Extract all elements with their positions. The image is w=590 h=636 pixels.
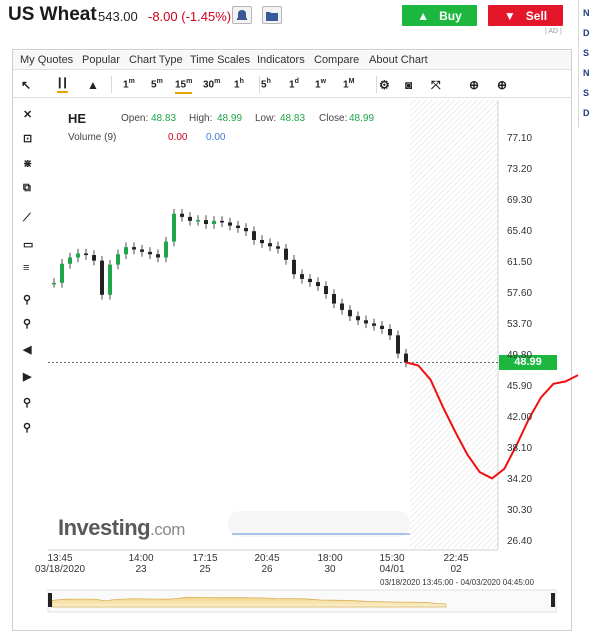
candle-body	[52, 282, 56, 285]
candle-body	[188, 216, 192, 221]
x-tick-time: 17:15	[192, 553, 218, 564]
candle-body	[60, 263, 64, 283]
candle-body	[348, 309, 352, 317]
x-tick-time: 14:00	[128, 553, 154, 564]
candle-body	[204, 220, 208, 225]
candle-body	[84, 253, 88, 256]
date-range-label: 03/18/2020 13:45:00 - 04/03/2020 04:45:0…	[380, 578, 534, 587]
candle-body	[108, 264, 112, 295]
candle-body	[268, 243, 272, 247]
y-tick-label: 49.80	[507, 350, 533, 361]
candle-body	[92, 255, 96, 261]
candle-body	[380, 325, 384, 329]
y-tick-label: 57.60	[507, 288, 533, 299]
candle-body	[396, 335, 400, 354]
candle-body	[140, 249, 144, 252]
y-tick-label: 45.90	[507, 381, 533, 392]
y-tick-label: 65.40	[507, 226, 533, 237]
y-tick-label: 73.20	[507, 164, 533, 175]
candle-body	[244, 228, 248, 232]
y-tick-label: 77.10	[507, 133, 533, 144]
candle-body	[132, 247, 136, 250]
candle-body	[308, 278, 312, 283]
candle-body	[356, 316, 360, 321]
candle-body	[236, 225, 240, 229]
x-tick-date: 02	[450, 564, 462, 575]
candle-body	[340, 303, 344, 310]
candle-body	[388, 328, 392, 336]
y-tick-label: 42.00	[507, 412, 533, 423]
x-tick-date: 23	[135, 564, 147, 575]
candle-body	[372, 323, 376, 326]
y-tick-label: 69.30	[507, 195, 533, 206]
future-area	[410, 100, 498, 548]
candle-body	[316, 282, 320, 287]
candle-body	[252, 231, 256, 240]
candle-body	[68, 257, 72, 264]
x-tick-time: 15:30	[379, 553, 405, 564]
x-tick-date: 25	[199, 564, 211, 575]
candle-body	[260, 239, 264, 244]
candle-body	[332, 294, 336, 304]
x-tick-date: 04/01	[379, 564, 405, 575]
navigator-left-handle[interactable]	[48, 593, 52, 607]
y-tick-label: 61.50	[507, 257, 533, 268]
candle-body	[228, 222, 232, 226]
y-tick-label: 38.10	[507, 443, 533, 454]
candle-body	[172, 213, 176, 242]
navigator-right-handle[interactable]	[551, 593, 555, 607]
candle-body	[292, 259, 296, 275]
y-tick-label: 26.40	[507, 536, 533, 547]
candle-body	[196, 220, 200, 222]
y-tick-label: 34.20	[507, 474, 533, 485]
investing-logo: Investing.com	[58, 515, 185, 540]
x-tick-time: 13:45	[47, 553, 73, 564]
candle-body	[100, 260, 104, 295]
y-tick-label: 53.70	[507, 319, 533, 330]
x-tick-time: 22:45	[443, 553, 469, 564]
candle-body	[180, 213, 184, 217]
candle-body	[276, 246, 280, 249]
candle-body	[116, 254, 120, 265]
candle-body	[300, 274, 304, 279]
x-tick-date: 26	[261, 564, 273, 575]
candle-body	[220, 220, 224, 223]
candles-group	[52, 208, 408, 368]
candle-body	[76, 253, 80, 258]
candle-body	[148, 251, 152, 255]
candle-body	[404, 353, 408, 363]
candle-body	[212, 220, 216, 225]
candle-body	[124, 247, 128, 255]
x-tick-date: 03/18/2020	[34, 564, 86, 575]
zoom-controls	[228, 511, 410, 537]
candle-body	[364, 320, 368, 324]
candle-body	[164, 241, 168, 258]
x-tick-time: 18:00	[317, 553, 343, 564]
y-tick-label: 30.30	[507, 505, 533, 516]
candle-body	[324, 286, 328, 294]
x-tick-time: 20:45	[254, 553, 280, 564]
candle-body	[284, 248, 288, 260]
x-tick-date: 30	[324, 564, 336, 575]
candle-body	[156, 254, 160, 258]
